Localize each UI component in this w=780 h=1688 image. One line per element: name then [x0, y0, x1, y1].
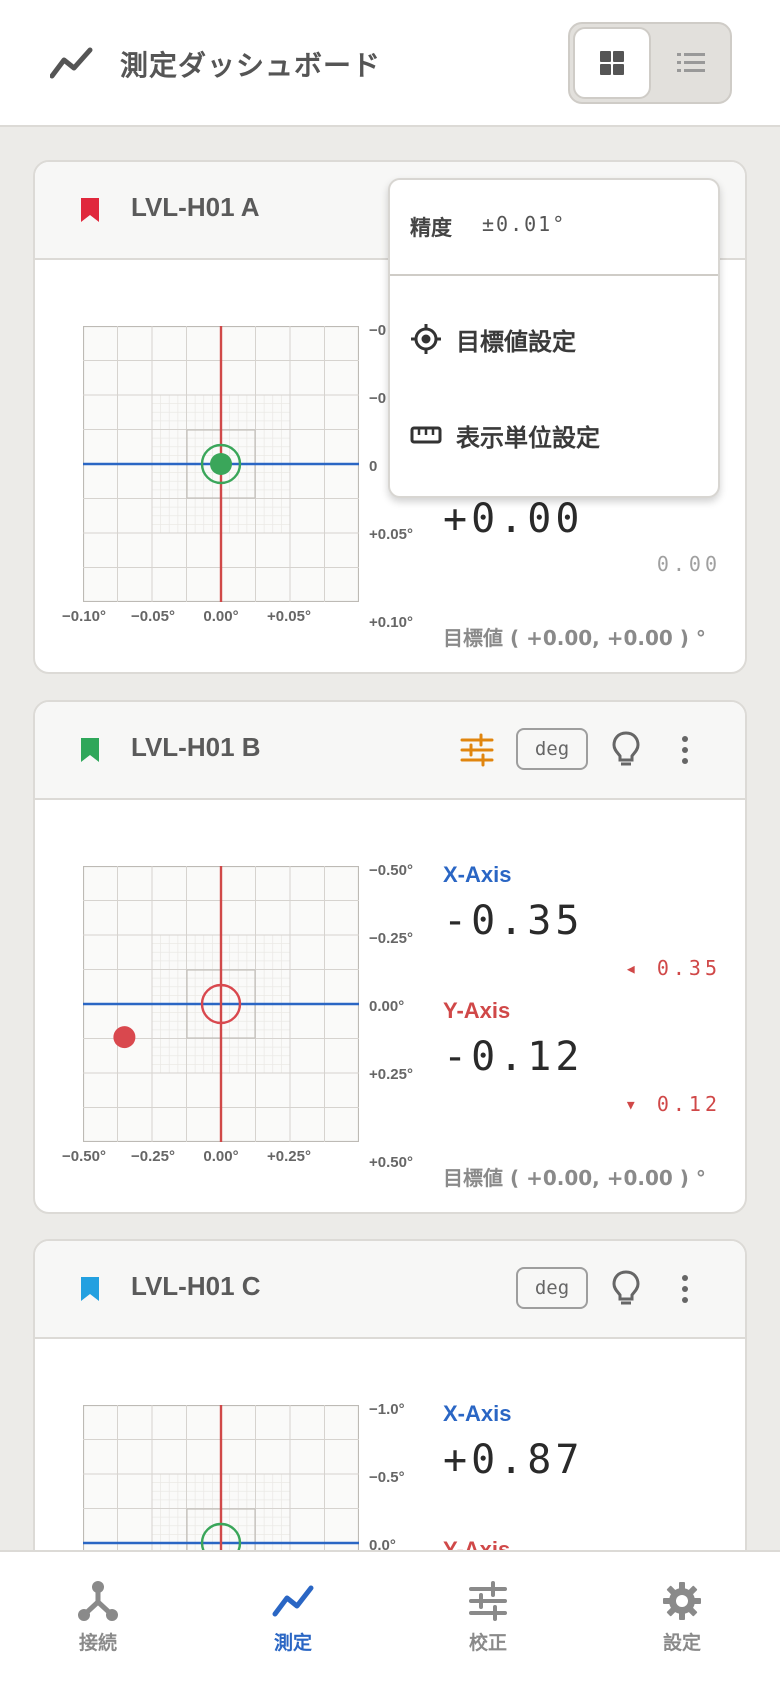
- card-options-popup: 精度 ±0.01° 目標値設定 表示単位設定: [388, 178, 720, 498]
- x-axis-label: X-Axis: [443, 862, 512, 887]
- hub-icon: [78, 1581, 118, 1621]
- nav-item-calibration[interactable]: 校正: [428, 1580, 548, 1655]
- x-tick-label: −0.50°: [62, 1148, 106, 1165]
- y-axis-label: Y-Axis: [443, 998, 511, 1023]
- level-plot: [83, 326, 359, 602]
- y-tick-label: −1.0°: [369, 1401, 405, 1418]
- list-icon: [677, 53, 705, 72]
- y-tick-label: 0.00°: [369, 998, 405, 1015]
- y-tick-label: −0: [369, 322, 387, 339]
- crosshair-icon: [411, 324, 441, 354]
- grid-view-button[interactable]: [573, 27, 651, 99]
- trend-line-icon: [272, 1585, 314, 1617]
- y-tick-label: 0: [369, 458, 378, 475]
- y-axis-delta: 0.00: [656, 552, 721, 576]
- unit-button[interactable]: deg: [516, 728, 588, 770]
- divider: [390, 274, 718, 276]
- target-value: 目標値 ( +0.00, +0.00 ) °: [443, 626, 706, 650]
- y-axis-value: -0.12: [443, 1034, 584, 1080]
- more-vertical-icon[interactable]: [675, 732, 695, 768]
- grid-icon: [600, 51, 624, 75]
- card-title: LVL-H01 C: [131, 1271, 261, 1301]
- bottom-navigation: 接続 測定 校正 設定: [0, 1550, 780, 1688]
- bookmark-icon: [81, 738, 99, 762]
- x-tick-label: +0.25°: [267, 1148, 311, 1165]
- level-plot: [83, 866, 359, 1142]
- card-title: LVL-H01 A: [131, 192, 260, 222]
- triangle-left-icon: ◂: [624, 956, 657, 980]
- bookmark-icon: [81, 1277, 99, 1301]
- nav-label: 校正: [468, 1632, 507, 1654]
- ruler-icon: [410, 426, 442, 444]
- app-header: 測定ダッシュボード: [0, 0, 780, 127]
- y-tick-label: +0.05°: [369, 526, 413, 543]
- page-title: 測定ダッシュボード: [120, 49, 382, 82]
- nav-label: 接続: [78, 1632, 117, 1654]
- nav-item-settings[interactable]: 設定: [622, 1580, 742, 1655]
- measurement-point: [113, 1026, 136, 1049]
- tune-icon: [469, 1581, 507, 1621]
- y-tick-label: −0.50°: [369, 862, 413, 879]
- y-tick-label: +0.25°: [369, 1066, 413, 1083]
- x-axis-label: X-Axis: [443, 1401, 512, 1426]
- x-axis-delta: ◂ 0.35: [624, 956, 721, 980]
- x-tick-label: +0.05°: [267, 608, 311, 625]
- x-tick-label: −0.10°: [62, 608, 106, 625]
- target-setting-menu-item[interactable]: 目標値設定: [410, 314, 700, 364]
- more-vertical-icon[interactable]: [675, 1271, 695, 1307]
- gear-icon: [663, 1582, 701, 1620]
- triangle-down-icon: ▾: [624, 1092, 657, 1116]
- view-toggle: [568, 22, 732, 104]
- list-view-button[interactable]: [652, 27, 730, 99]
- y-axis-delta: ▾ 0.12: [624, 1092, 721, 1116]
- device-card-b: LVL-H01 B deg −0.50° −0.25° 0.00° +0.25°…: [33, 700, 747, 1214]
- tune-icon[interactable]: [459, 732, 495, 768]
- unit-setting-menu-item[interactable]: 表示単位設定: [410, 410, 700, 460]
- trend-line-icon: [50, 47, 93, 79]
- lightbulb-icon[interactable]: [609, 730, 643, 768]
- precision-label: 精度: [410, 216, 452, 240]
- y-tick-label: −0.5°: [369, 1469, 405, 1486]
- x-axis-value: +0.87: [443, 1437, 584, 1483]
- nav-label: 設定: [662, 1632, 701, 1654]
- y-axis-value: +0.00: [443, 496, 584, 542]
- unit-button[interactable]: deg: [516, 1267, 588, 1309]
- y-tick-label: −0: [369, 390, 387, 407]
- card-header: LVL-H01 B deg: [35, 702, 745, 800]
- y-tick-label: −0.25°: [369, 930, 413, 947]
- card-title: LVL-H01 B: [131, 732, 261, 762]
- lightbulb-icon[interactable]: [609, 1269, 643, 1307]
- bookmark-icon: [81, 198, 99, 222]
- target-value: 目標値 ( +0.00, +0.00 ) °: [443, 1166, 706, 1190]
- measurement-point: [210, 453, 232, 475]
- nav-label: 測定: [273, 1632, 312, 1654]
- precision-value: ±0.01°: [482, 212, 567, 236]
- card-header: LVL-H01 C deg: [35, 1241, 745, 1339]
- nav-item-connection[interactable]: 接続: [38, 1580, 158, 1655]
- nav-item-measurement[interactable]: 測定: [233, 1580, 353, 1655]
- menu-item-label: 目標値設定: [456, 327, 576, 356]
- x-axis-value: -0.35: [443, 898, 584, 944]
- menu-item-label: 表示単位設定: [456, 423, 600, 452]
- y-tick-label: +0.50°: [369, 1154, 413, 1171]
- y-tick-label: +0.10°: [369, 614, 413, 631]
